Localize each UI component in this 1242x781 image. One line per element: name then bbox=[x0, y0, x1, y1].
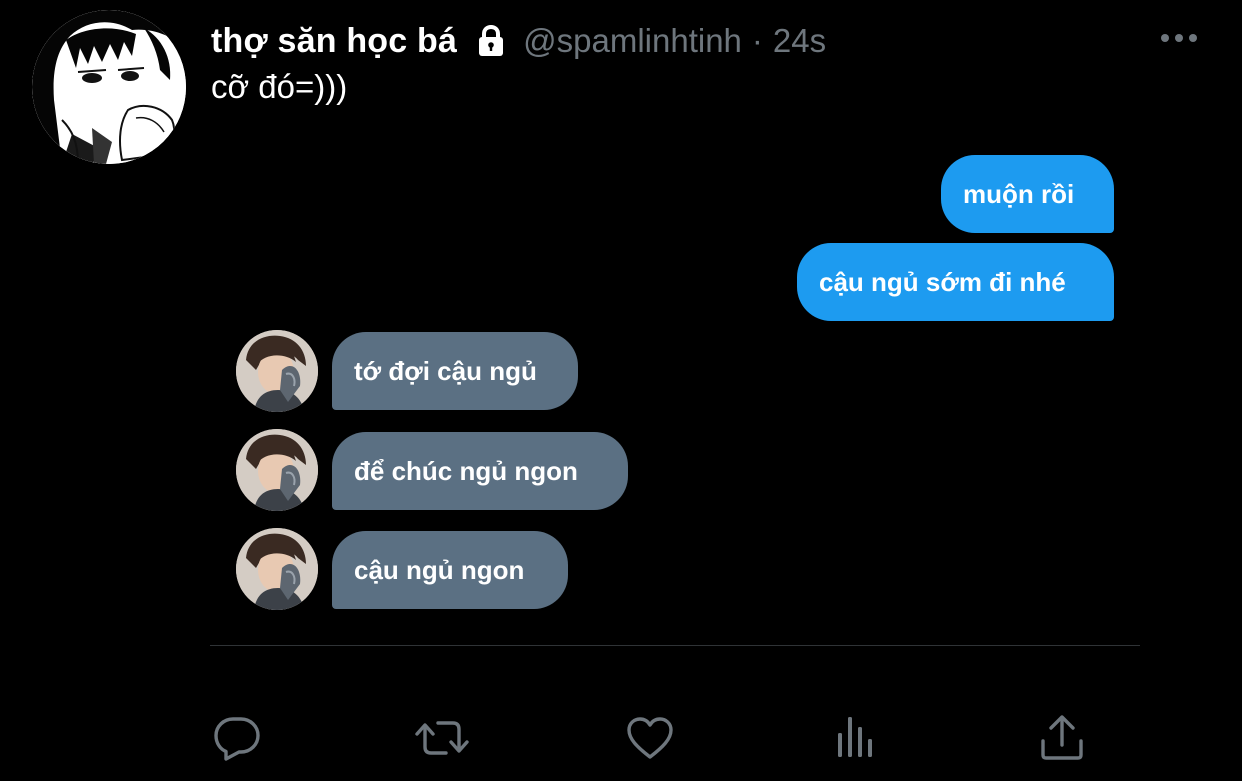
tweet-header: thợ săn học bá @spamlinhtinh · 24s bbox=[211, 18, 826, 64]
message-text: để chúc ngủ ngon bbox=[354, 455, 578, 486]
reply-button[interactable] bbox=[211, 712, 263, 764]
dm-contact-avatar bbox=[236, 528, 318, 610]
more-horizontal-icon[interactable] bbox=[1158, 26, 1200, 50]
message-text: cậu ngủ sớm đi nhé bbox=[819, 266, 1066, 297]
message-text: cậu ngủ ngon bbox=[354, 554, 525, 585]
separator-dot: · bbox=[751, 22, 763, 59]
received-message-bubble: cậu ngủ ngon bbox=[332, 531, 568, 609]
reply-icon bbox=[212, 713, 262, 763]
received-message-bubble: tớ đợi cậu ngủ bbox=[332, 332, 578, 410]
media-divider bbox=[210, 645, 1140, 646]
tweet: thợ săn học bá @spamlinhtinh · 24s cỡ đó… bbox=[0, 0, 1242, 781]
like-icon bbox=[625, 713, 675, 763]
like-button[interactable] bbox=[624, 712, 676, 764]
message-text: muộn rồi bbox=[963, 178, 1075, 209]
dm-contact-avatar bbox=[236, 429, 318, 511]
tweet-text: cỡ đó=))) bbox=[211, 68, 348, 105]
sent-message-bubble: muộn rồi bbox=[941, 155, 1114, 233]
share-icon bbox=[1037, 713, 1087, 763]
profile-avatar[interactable] bbox=[32, 10, 186, 164]
tweet-timestamp[interactable]: 24s bbox=[773, 22, 826, 60]
dm-contact-avatar bbox=[236, 330, 318, 412]
display-name[interactable]: thợ săn học bá bbox=[211, 22, 457, 61]
user-handle[interactable]: @spamlinhtinh bbox=[523, 22, 742, 60]
analytics-button[interactable] bbox=[830, 712, 882, 764]
message-text: tớ đợi cậu ngủ bbox=[354, 355, 537, 386]
analytics-icon bbox=[831, 713, 881, 763]
retweet-icon bbox=[414, 713, 470, 763]
share-button[interactable] bbox=[1036, 712, 1088, 764]
retweet-button[interactable] bbox=[414, 712, 470, 764]
sent-message-bubble: cậu ngủ sớm đi nhé bbox=[797, 243, 1114, 321]
lock-icon bbox=[473, 23, 509, 59]
received-message-bubble: để chúc ngủ ngon bbox=[332, 432, 628, 510]
